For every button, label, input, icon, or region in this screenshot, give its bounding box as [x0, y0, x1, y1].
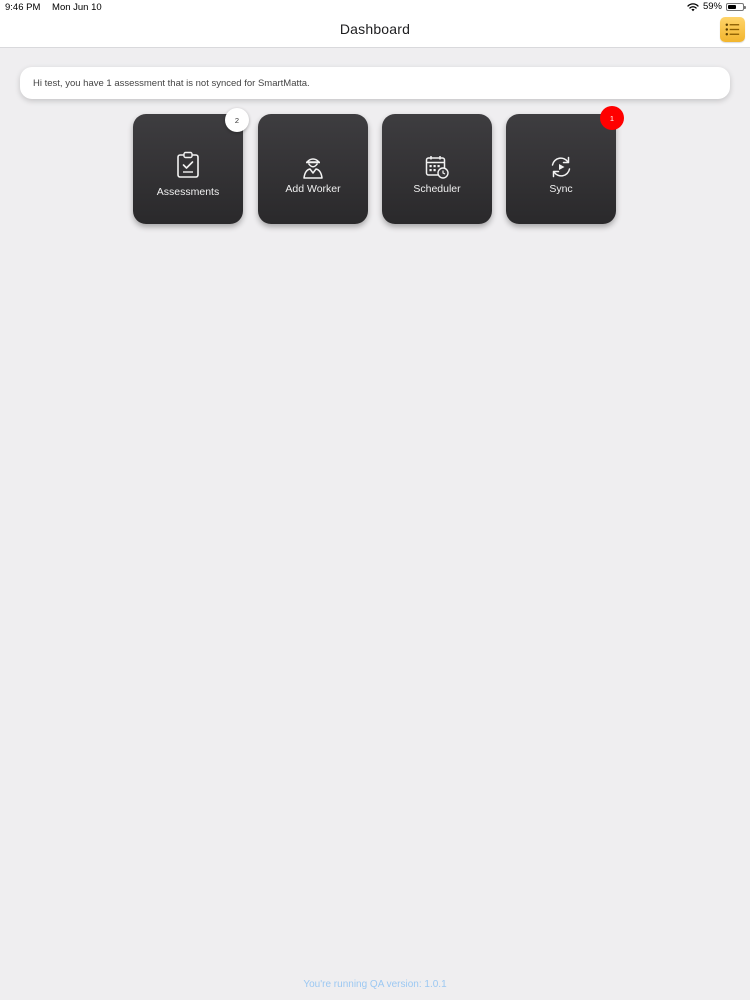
sync-tile-label: Sync	[549, 183, 573, 195]
assessments-tile-label: Assessments	[156, 186, 220, 198]
status-bar-right: 59%	[687, 1, 746, 12]
calendar-clock-icon	[382, 153, 492, 181]
app-version-label: You're running QA version: 1.0.1	[303, 979, 447, 990]
status-date: Mon Jun 10	[52, 2, 102, 13]
assessments-count-badge: 2	[225, 108, 249, 132]
sync-tile[interactable]: Sync 1	[506, 106, 624, 224]
battery-percent: 59%	[702, 1, 722, 12]
scheduler-tile-label: Scheduler	[413, 183, 461, 195]
status-bar-left: 9:46 PM Mon Jun 10	[5, 2, 102, 13]
add-worker-tile-label: Add Worker	[285, 183, 341, 195]
sync-pending-badge: 1	[600, 106, 624, 130]
status-time: 9:46 PM	[5, 2, 41, 13]
header-bar: 9:46 PM Mon Jun 10 59% Dashboard	[0, 0, 750, 48]
sync-notice-text: Hi test, you have 1 assessment that is n…	[33, 77, 310, 89]
page-title: Dashboard	[339, 21, 411, 37]
battery-icon	[726, 2, 746, 11]
scheduler-tile[interactable]: Scheduler	[382, 114, 492, 224]
assessments-tile[interactable]: Assessments 2	[133, 108, 249, 224]
list-menu-button[interactable]	[720, 17, 745, 42]
wifi-icon	[687, 2, 699, 11]
clipboard-check-icon	[133, 151, 243, 179]
list-menu-icon	[725, 23, 740, 36]
sync-notice-banner: Hi test, you have 1 assessment that is n…	[20, 67, 730, 99]
sync-icon	[506, 153, 616, 181]
battery-level	[728, 4, 736, 9]
add-worker-tile[interactable]: Add Worker	[258, 114, 368, 224]
add-worker-icon	[258, 153, 368, 181]
